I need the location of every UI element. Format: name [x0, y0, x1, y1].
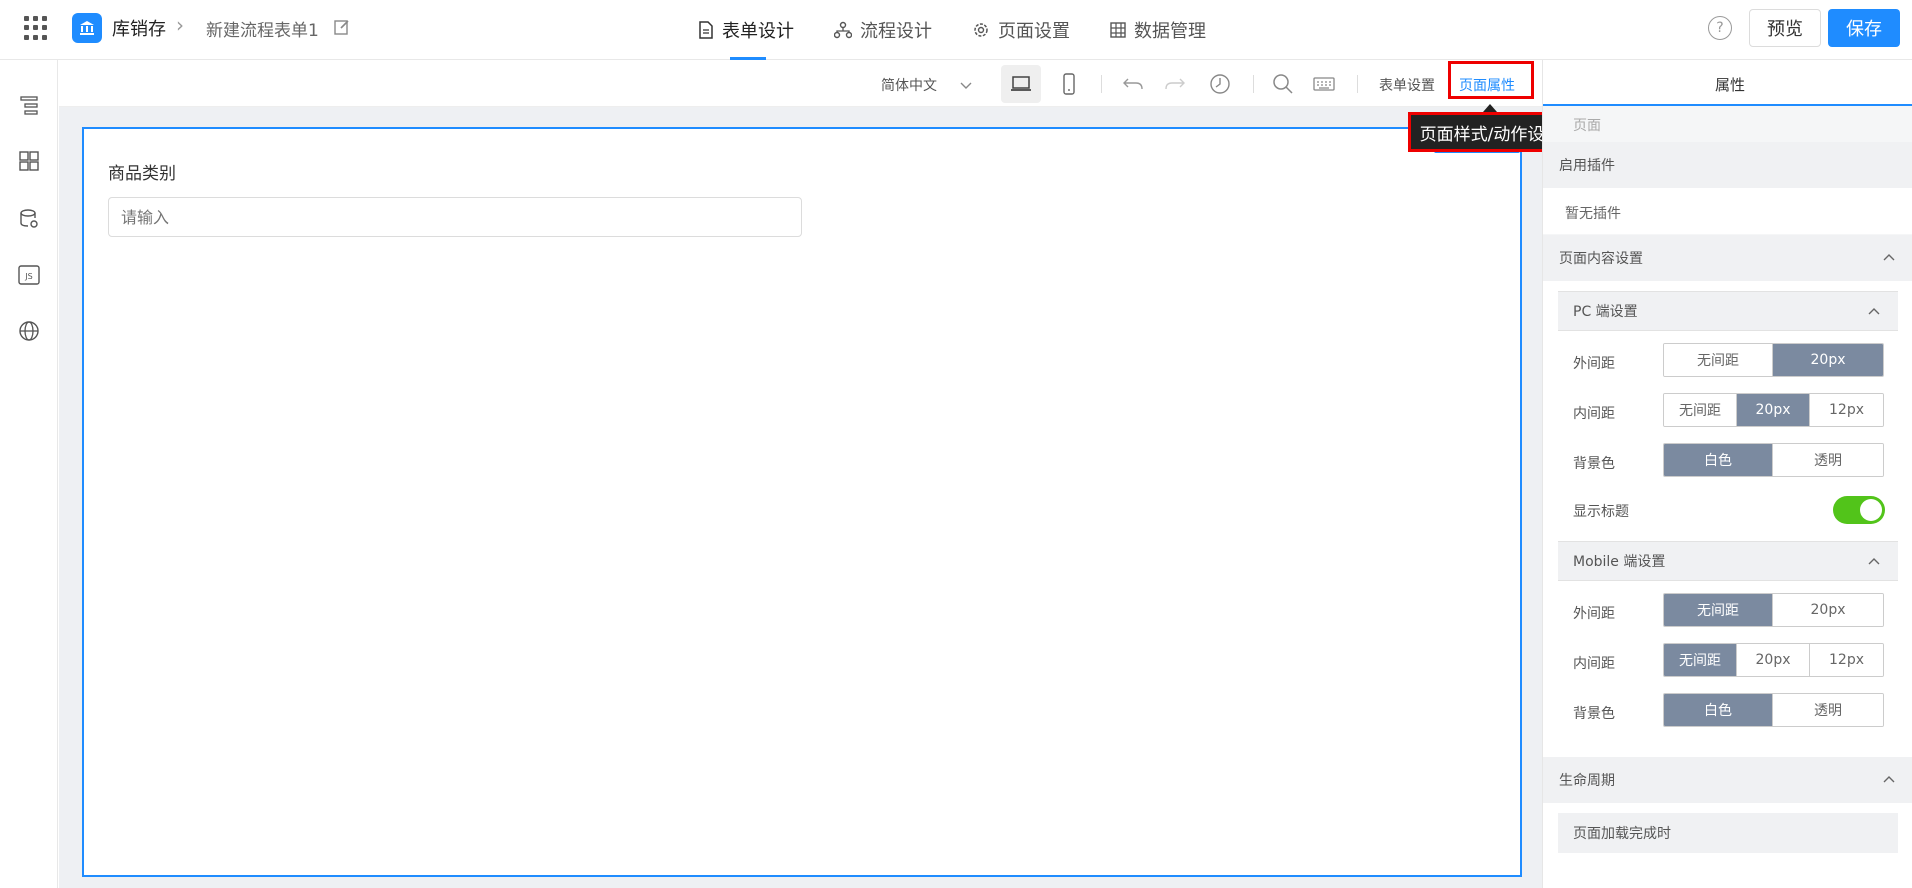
- section-title: 启用插件: [1559, 158, 1615, 174]
- mobile-settings-header[interactable]: Mobile 端设置: [1558, 541, 1898, 581]
- field-label: 商品类别: [108, 164, 176, 184]
- option-none[interactable]: 无间距: [1664, 594, 1773, 626]
- option-white[interactable]: 白色: [1664, 444, 1773, 476]
- gear-icon: [972, 21, 990, 39]
- tab-form-design[interactable]: 表单设计: [698, 0, 794, 60]
- chevron-down-icon: [959, 80, 973, 90]
- chevron-up-icon: [1866, 553, 1882, 569]
- lifecycle-onload-item[interactable]: 页面加载完成时: [1558, 813, 1898, 853]
- plugins-section: 暂无插件: [1543, 188, 1912, 234]
- desktop-view-icon[interactable]: [1001, 65, 1041, 103]
- tooltip-arrow: [1483, 104, 1497, 112]
- preview-button[interactable]: 预览: [1749, 9, 1821, 47]
- top-header: 库销存 › 新建流程表单1 表单设计 流程设计 页面设置 数据管理 ? 预览 保…: [0, 0, 1912, 60]
- pc-bg-label: 背景色: [1573, 456, 1615, 472]
- tab-label: 流程设计: [860, 21, 932, 42]
- mobile-padding-label: 内间距: [1573, 656, 1615, 672]
- subsection-title: PC 端设置: [1573, 304, 1638, 320]
- option-20px[interactable]: 20px: [1773, 344, 1883, 376]
- pc-padding-label: 内间距: [1573, 406, 1615, 422]
- js-code-icon[interactable]: JS: [16, 262, 42, 288]
- canvas-toolbar: 简体中文 表单设置 页面属性: [59, 61, 1542, 107]
- option-none[interactable]: 无间距: [1664, 344, 1773, 376]
- app-grid-icon[interactable]: [24, 16, 48, 40]
- option-12px[interactable]: 12px: [1810, 394, 1883, 426]
- tab-properties[interactable]: 属性: [1715, 74, 1745, 95]
- redo-icon[interactable]: [1155, 65, 1195, 103]
- mobile-margin-label: 外间距: [1573, 606, 1615, 622]
- svg-text:JS: JS: [24, 272, 32, 281]
- plugins-section-header[interactable]: 启用插件: [1543, 142, 1912, 188]
- option-none[interactable]: 无间距: [1664, 644, 1737, 676]
- option-transparent[interactable]: 透明: [1773, 444, 1883, 476]
- mobile-padding-segment: 无间距 20px 12px: [1663, 643, 1884, 677]
- section-title: 页面内容设置: [1559, 251, 1643, 267]
- search-icon[interactable]: [1263, 65, 1303, 103]
- chevron-up-icon: [1866, 303, 1882, 319]
- mobile-view-icon[interactable]: [1049, 65, 1089, 103]
- option-20px[interactable]: 20px: [1737, 644, 1810, 676]
- help-icon[interactable]: ?: [1708, 16, 1732, 40]
- mobile-margin-segment: 无间距 20px: [1663, 593, 1884, 627]
- lifecycle-section-header[interactable]: 生命周期: [1543, 757, 1912, 803]
- form-canvas[interactable]: 商品类别: [82, 127, 1522, 877]
- language-value: 简体中文: [881, 78, 937, 94]
- data-source-icon[interactable]: [16, 206, 42, 232]
- globe-icon[interactable]: [16, 318, 42, 344]
- pc-settings-header[interactable]: PC 端设置: [1558, 291, 1898, 331]
- flow-icon: [834, 21, 852, 39]
- lifecycle-item-label: 页面加载完成时: [1573, 826, 1671, 842]
- language-select[interactable]: 简体中文: [881, 75, 973, 95]
- chevron-up-icon: [1881, 771, 1897, 787]
- highlight-box: [1448, 61, 1534, 99]
- section-title: 生命周期: [1559, 773, 1615, 789]
- main-tabs: 表单设计 流程设计 页面设置 数据管理: [698, 0, 1206, 60]
- form-settings-link[interactable]: 表单设置: [1379, 75, 1435, 95]
- page-node-label: 页面: [1573, 118, 1601, 134]
- app-logo-icon: [72, 13, 102, 43]
- save-button[interactable]: 保存: [1828, 9, 1900, 47]
- tab-label: 数据管理: [1134, 21, 1206, 42]
- keyboard-icon[interactable]: [1304, 65, 1344, 103]
- show-title-label: 显示标题: [1573, 504, 1629, 520]
- option-20px[interactable]: 20px: [1773, 594, 1883, 626]
- form-name: 新建流程表单1: [206, 21, 319, 41]
- tab-page-settings[interactable]: 页面设置: [972, 0, 1070, 60]
- content-section-header[interactable]: 页面内容设置: [1543, 235, 1912, 281]
- option-white[interactable]: 白色: [1664, 694, 1773, 726]
- panel-tabbar: 属性: [1543, 60, 1912, 106]
- table-icon: [1110, 22, 1126, 38]
- edit-icon[interactable]: [333, 18, 351, 36]
- option-12px[interactable]: 12px: [1810, 644, 1883, 676]
- tab-label: 表单设计: [722, 21, 794, 42]
- chevron-up-icon: [1881, 249, 1897, 265]
- tab-data-management[interactable]: 数据管理: [1110, 0, 1206, 60]
- tab-label: 页面设置: [998, 21, 1070, 42]
- properties-panel: 属性 页面 启用插件 暂无插件 页面内容设置 PC 端设置 外间距 无间距 20…: [1542, 60, 1912, 888]
- app-name[interactable]: 库销存: [112, 15, 166, 41]
- components-grid-icon[interactable]: [16, 148, 42, 174]
- pc-margin-segment: 无间距 20px: [1663, 343, 1884, 377]
- content-section: PC 端设置 外间距 无间距 20px 内间距 无间距 20px 12px 背景…: [1543, 281, 1912, 821]
- option-none[interactable]: 无间距: [1664, 394, 1737, 426]
- tab-flow-design[interactable]: 流程设计: [834, 0, 932, 60]
- option-20px[interactable]: 20px: [1737, 394, 1810, 426]
- pc-margin-label: 外间距: [1573, 356, 1615, 372]
- document-icon: [698, 21, 714, 39]
- breadcrumb-chevron-icon: ›: [176, 13, 184, 37]
- option-transparent[interactable]: 透明: [1773, 694, 1883, 726]
- category-input[interactable]: [108, 197, 802, 237]
- mobile-bg-segment: 白色 透明: [1663, 693, 1884, 727]
- lifecycle-section: 页面加载完成时: [1543, 803, 1912, 888]
- outline-tree-icon[interactable]: [16, 92, 42, 118]
- left-sidebar: JS: [0, 60, 58, 888]
- history-clock-icon[interactable]: [1200, 65, 1240, 103]
- pc-bg-segment: 白色 透明: [1663, 443, 1884, 477]
- show-title-toggle[interactable]: [1833, 496, 1885, 524]
- subsection-title: Mobile 端设置: [1573, 554, 1666, 570]
- mobile-bg-label: 背景色: [1573, 706, 1615, 722]
- pc-padding-segment: 无间距 20px 12px: [1663, 393, 1884, 427]
- undo-icon[interactable]: [1113, 65, 1153, 103]
- plugins-empty-text: 暂无插件: [1565, 206, 1621, 222]
